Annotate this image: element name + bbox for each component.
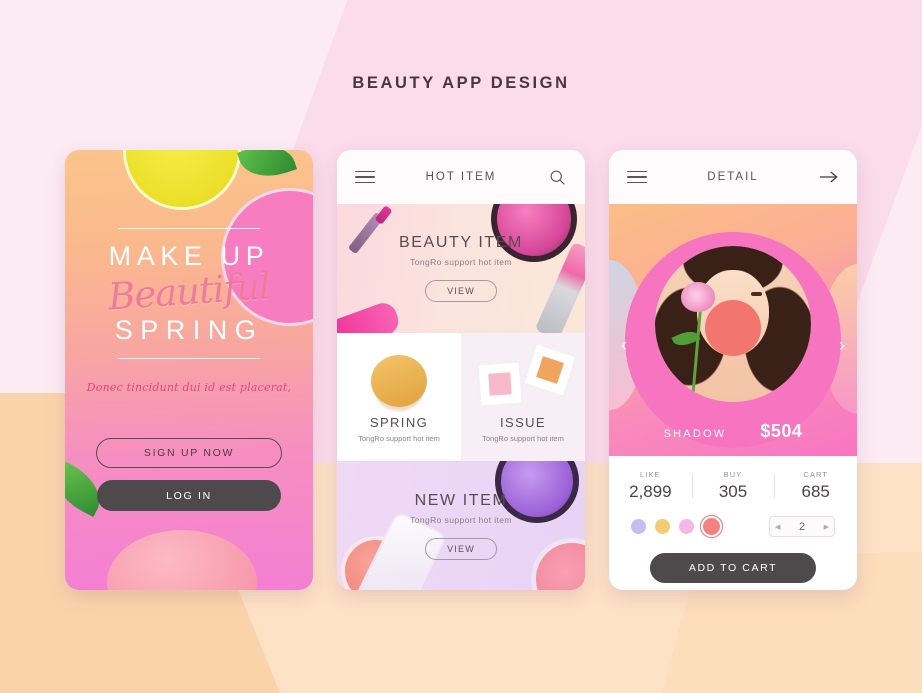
page-title: BEAUTY APP DESIGN — [352, 74, 570, 92]
hot-item-header: HOT ITEM — [337, 150, 585, 204]
hot-item-title: HOT ITEM — [425, 171, 497, 183]
hot-item-screen: HOT ITEM BEAUTY ITEM TongRo support hot … — [337, 150, 585, 590]
stat-like-label: LIKE — [640, 470, 661, 479]
intro-content: MAKE UP Beautiful SPRING Donec tincidunt… — [65, 150, 313, 590]
chevron-left-icon[interactable]: ‹ — [621, 336, 627, 354]
stat-like: LIKE 2,899 — [609, 470, 692, 502]
spring-card-subtitle: TongRo support hot item — [358, 434, 440, 444]
add-to-cart-button[interactable]: ADD TO CART — [650, 553, 816, 583]
swatch-lavender[interactable] — [631, 519, 646, 534]
triangle-right-icon[interactable]: ▶ — [824, 523, 829, 531]
new-item-title: NEW ITEM — [414, 491, 508, 509]
sign-up-button[interactable]: SIGN UP NOW — [96, 438, 282, 468]
beauty-item-view-button[interactable]: VIEW — [425, 280, 497, 303]
swatch-coral-selected[interactable] — [703, 518, 720, 535]
beauty-item-title: BEAUTY ITEM — [399, 234, 523, 252]
swatch-pink[interactable] — [679, 519, 694, 534]
hamburger-menu-icon[interactable] — [627, 170, 647, 184]
detail-header: DETAIL — [609, 150, 857, 204]
stat-cart-label: CART — [803, 470, 829, 479]
hamburger-menu-icon[interactable] — [355, 170, 375, 184]
product-price: $504 — [760, 421, 803, 441]
product-stats: LIKE 2,899 BUY 305 CART 685 — [609, 456, 857, 510]
new-item-banner[interactable]: NEW ITEM TongRo support hot item VIEW — [337, 461, 585, 590]
spring-card-title: SPRING — [369, 415, 429, 431]
divider-bottom — [118, 358, 260, 359]
quantity-value: 2 — [798, 520, 806, 533]
quantity-stepper[interactable]: ◀ 2 ▶ — [769, 516, 835, 537]
log-in-button[interactable]: LOG IN — [97, 480, 281, 511]
issue-card-title: ISSUE — [499, 415, 546, 431]
new-item-view-button[interactable]: VIEW — [425, 537, 497, 560]
category-cards-row: SPRING TongRo support hot item ISSUE Ton… — [337, 332, 585, 462]
issue-card-subtitle: TongRo support hot item — [482, 434, 564, 444]
product-options: ◀ 2 ▶ — [609, 510, 857, 537]
new-item-subtitle: TongRo support hot item — [410, 514, 512, 525]
stat-buy: BUY 305 — [691, 470, 775, 502]
product-hero-carousel: ‹ › SHADOW $504 — [609, 204, 857, 456]
issue-card[interactable]: ISSUE TongRo support hot item — [461, 332, 585, 462]
divider-top — [118, 228, 260, 229]
product-summary: SHADOW $504 — [609, 421, 857, 442]
orange-palette-icon — [521, 340, 579, 399]
beauty-item-subtitle: TongRo support hot item — [410, 257, 512, 268]
triangle-left-icon[interactable]: ◀ — [775, 523, 780, 531]
phone-mockups-row: MAKE UP Beautiful SPRING Donec tincidunt… — [0, 150, 922, 590]
product-name: SHADOW — [663, 428, 727, 440]
stat-buy-label: BUY — [723, 470, 743, 479]
color-swatch-group — [631, 518, 720, 535]
model-eye-right — [751, 292, 762, 296]
new-item-content: NEW ITEM TongRo support hot item VIEW — [337, 461, 585, 590]
beauty-item-content: BEAUTY ITEM TongRo support hot item VIEW — [337, 204, 585, 333]
intro-tagline: Donec tincidunt dui id est placerat, — [86, 381, 292, 394]
detail-screen: DETAIL ‹ › SHADOW $504 LIKE 2,899 BUY 30… — [609, 150, 857, 590]
spring-card[interactable]: SPRING TongRo support hot item — [337, 332, 461, 462]
detail-title: DETAIL — [707, 171, 759, 183]
intro-screen: MAKE UP Beautiful SPRING Donec tincidunt… — [65, 150, 313, 590]
stat-like-value: 2,899 — [629, 482, 672, 501]
beauty-item-banner[interactable]: BEAUTY ITEM TongRo support hot item VIEW — [337, 204, 585, 333]
gold-compact-icon — [371, 354, 427, 407]
rose-flower-icon — [681, 282, 715, 312]
intro-script-word: Beautiful — [106, 264, 272, 319]
arrow-right-icon[interactable] — [819, 167, 839, 187]
chevron-right-icon[interactable]: › — [839, 336, 845, 354]
pink-palette-icon — [475, 359, 525, 409]
stat-buy-value: 305 — [718, 482, 748, 501]
intro-subheadline: SPRING — [114, 315, 264, 345]
search-icon[interactable] — [547, 167, 567, 187]
stat-cart: CART 685 — [774, 470, 857, 502]
stat-cart-value: 685 — [801, 482, 830, 501]
coral-circle-overlay — [705, 300, 761, 356]
swatch-gold[interactable] — [655, 519, 670, 534]
